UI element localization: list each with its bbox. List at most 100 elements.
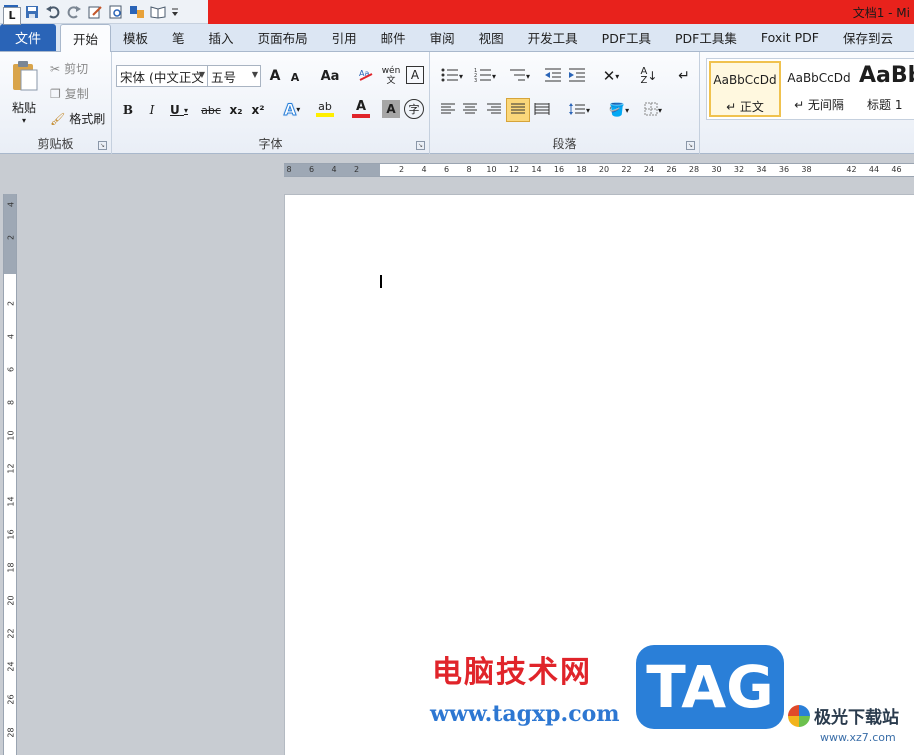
vertical-ruler[interactable]: 4 2 2 4 6 8 10 12 14 16 18 20 22 24 26 28 (3, 194, 17, 755)
italic-button[interactable]: I (142, 100, 162, 120)
decrease-indent-button[interactable] (542, 66, 564, 86)
paste-icon (9, 60, 39, 95)
tab-developer[interactable]: 开发工具 (516, 24, 590, 51)
tab-home[interactable]: 开始 (60, 24, 112, 52)
tab-template[interactable]: 模板 (111, 24, 160, 51)
align-right-button[interactable] (484, 100, 504, 120)
edit-icon[interactable] (86, 3, 104, 21)
ruler-tick-label: 30 (711, 165, 722, 174)
font-name-select[interactable]: 宋体 (中文正文 ▼ (116, 65, 208, 87)
enclose-characters-icon: 字 (408, 103, 420, 116)
multilevel-list-button[interactable]: ▾ (504, 66, 534, 86)
font-color-bar (352, 114, 370, 118)
paragraph-dialog-launcher[interactable]: ↘ (686, 141, 695, 150)
line-spacing-button[interactable]: ▾ (564, 100, 594, 120)
subscript-button[interactable]: x₂ (226, 100, 246, 120)
tab-selector[interactable]: L (3, 7, 21, 25)
undo-icon[interactable] (44, 3, 62, 21)
style-heading-1[interactable]: AaBb 标题 1 (857, 61, 914, 117)
borders-button[interactable]: ▾ (638, 100, 668, 120)
ruler-tick-label: 8 (6, 399, 16, 406)
ruler-tick-label: 24 (6, 661, 16, 672)
increase-indent-button[interactable] (566, 66, 588, 86)
style-normal[interactable]: AaBbCcDd ↵ 正文 (709, 61, 781, 117)
grow-font-icon: A (269, 68, 281, 84)
font-size-value: 五号 (211, 69, 237, 85)
font-dialog-launcher[interactable]: ↘ (416, 141, 425, 150)
book-icon[interactable] (149, 3, 167, 21)
bold-button[interactable]: B (118, 100, 138, 120)
style-no-spacing-sample: AaBbCcDd (787, 71, 851, 85)
tab-save-to-cloud[interactable]: 保存到云 (831, 24, 905, 51)
format-painter-button[interactable]: 🖌 格式刷 (50, 110, 105, 127)
align-left-button[interactable] (438, 100, 458, 120)
ruler-tick-label: 14 (531, 165, 542, 174)
align-center-button[interactable] (460, 100, 480, 120)
copy-button[interactable]: ❐ 复制 (50, 85, 89, 102)
chinese-layout-button[interactable]: ✕ ▾ (596, 66, 626, 86)
show-marks-button[interactable]: ↵ (674, 66, 694, 86)
text-effects-icon: A (283, 99, 297, 119)
tab-references[interactable]: 引用 (320, 24, 369, 51)
superscript-button[interactable]: x² (248, 100, 268, 120)
paste-button[interactable]: 粘贴 ▾ (4, 56, 44, 128)
title-bar-background (208, 0, 914, 24)
ruler-tick-label: 22 (621, 165, 632, 174)
bullets-button[interactable]: ▾ (438, 66, 466, 86)
distributed-button[interactable] (532, 100, 552, 120)
ruler-tick-label: 44 (868, 165, 880, 174)
tab-view[interactable]: 视图 (467, 24, 516, 51)
brush-icon: 🖌 (50, 111, 66, 126)
justify-button[interactable] (506, 98, 530, 122)
strikethrough-button[interactable]: abc (200, 100, 222, 120)
font-name-value: 宋体 (中文正文 (120, 69, 204, 85)
underline-button[interactable]: U ▾ (166, 100, 192, 120)
align-center-icon (462, 102, 478, 119)
cut-button[interactable]: ✂ 剪切 (50, 60, 88, 77)
enclose-characters-button[interactable]: 字 (404, 99, 424, 119)
highlight-button[interactable]: ab (310, 98, 340, 120)
character-border-button[interactable]: A (406, 66, 424, 84)
change-case-icon: Aa (320, 68, 340, 84)
tab-pdf-toolset[interactable]: PDF工具集 (663, 24, 749, 51)
tab-mailings[interactable]: 邮件 (369, 24, 418, 51)
style-no-spacing[interactable]: AaBbCcDd ↵ 无间隔 (783, 61, 855, 117)
tab-page-layout[interactable]: 页面布局 (246, 24, 320, 51)
grow-font-button[interactable]: A (266, 66, 284, 86)
chevron-down-icon: ▾ (657, 105, 662, 115)
ruler-tick-label: 34 (756, 165, 767, 174)
customize-qat-icon[interactable] (170, 3, 180, 21)
save-icon[interactable] (23, 3, 41, 21)
tab-review[interactable]: 审阅 (418, 24, 467, 51)
font-color-button[interactable]: A (346, 98, 376, 120)
change-case-button[interactable]: Aa (316, 66, 344, 86)
text-effects-button[interactable]: A ▾ (278, 98, 306, 120)
phonetic-guide-button[interactable]: wén 文 (380, 65, 402, 87)
sort-button[interactable]: A Z ↓ (638, 66, 660, 86)
character-shading-button[interactable]: A (382, 100, 400, 118)
numbering-button[interactable]: 123 ▾ (470, 66, 500, 86)
tab-pdf-tools[interactable]: PDF工具 (590, 24, 663, 51)
chinese-layout-icon: ✕ (602, 67, 616, 85)
increase-indent-icon (568, 67, 586, 86)
style-no-spacing-name: ↵ 无间隔 (794, 98, 844, 112)
layout-icon[interactable] (128, 3, 146, 21)
ruler-tick-label: 16 (6, 529, 16, 540)
horizontal-ruler[interactable]: 8 6 4 2 2 4 6 8 10 12 14 16 18 20 22 24 26 28 30 32 34 36 38 42… (284, 163, 914, 177)
tab-insert[interactable]: 插入 (197, 24, 246, 51)
shading-button[interactable]: 🪣 ▾ (604, 100, 634, 120)
chevron-down-icon: ▼ (251, 70, 258, 79)
ruler-tick-label: 24 (643, 165, 655, 174)
print-preview-icon[interactable] (107, 3, 125, 21)
tab-file[interactable]: 文件 (0, 24, 56, 51)
tab-foxit-pdf[interactable]: Foxit PDF (749, 24, 831, 51)
tab-pen[interactable]: 笔 (160, 24, 197, 51)
font-size-select[interactable]: 五号 ▼ (207, 65, 261, 87)
ruler-tick-label: 8 (286, 165, 292, 174)
clipboard-dialog-launcher[interactable]: ↘ (98, 141, 107, 150)
clear-format-button[interactable]: Aa (356, 66, 376, 86)
ruler-tick-label: 4 (331, 165, 337, 174)
shrink-font-button[interactable]: A (286, 68, 304, 86)
ruler-tick-label: 16 (553, 165, 565, 174)
redo-icon[interactable] (65, 3, 83, 21)
